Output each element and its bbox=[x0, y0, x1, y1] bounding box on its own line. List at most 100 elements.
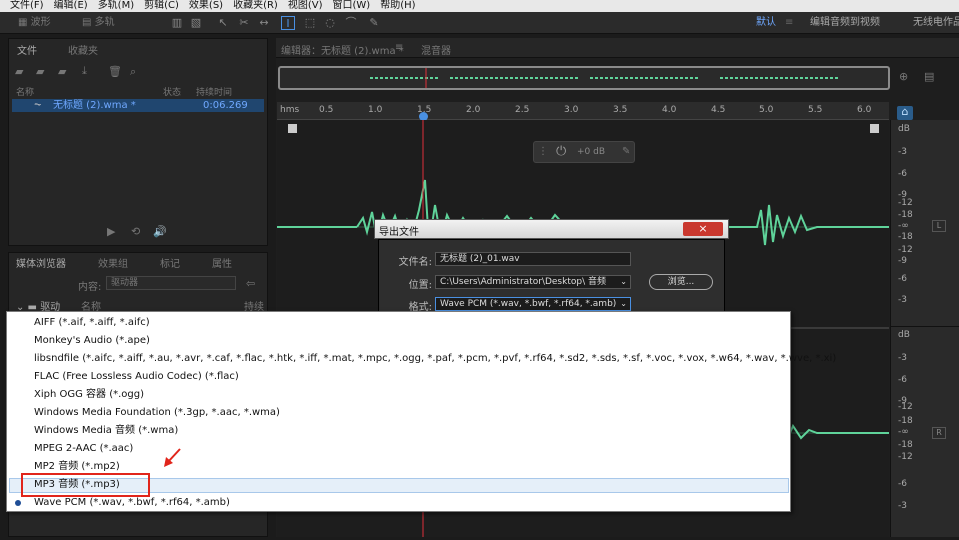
ruler-unit: hms bbox=[280, 105, 300, 115]
autoplay-icon[interactable]: 🔊 bbox=[153, 226, 167, 238]
file-name: 无标题 (2).wma * bbox=[53, 100, 136, 111]
loop-icon[interactable]: ⟲ bbox=[131, 226, 140, 238]
menu-view[interactable]: 视图(V) bbox=[288, 0, 323, 12]
location-input[interactable]: C:\Users\Administrator\Desktop\ 音频 ⌄ bbox=[435, 275, 631, 289]
workspace-wireless[interactable]: 无线电作品 bbox=[913, 17, 959, 29]
tab-mixer[interactable]: 混音器 bbox=[421, 42, 451, 57]
tick-4.5: 4.5 bbox=[711, 105, 726, 115]
filename-input[interactable]: 无标题 (2)_01.wav bbox=[435, 252, 631, 266]
menu-clip[interactable]: 剪辑(C) bbox=[144, 0, 179, 12]
option-aac[interactable]: MPEG 2-AAC (*.aac) bbox=[34, 442, 133, 456]
tab-media-browser[interactable]: 媒体浏览器 bbox=[16, 255, 66, 270]
column-name[interactable]: 名称 bbox=[16, 85, 34, 98]
menu-edit[interactable]: 编辑(E) bbox=[54, 0, 88, 12]
delete-icon[interactable]: 🗑 bbox=[108, 66, 122, 78]
fade-in-handle-icon[interactable] bbox=[288, 124, 297, 133]
workspace-default[interactable]: 默认 bbox=[756, 17, 776, 29]
option-ogg[interactable]: Xiph OGG 容器 (*.ogg) bbox=[34, 388, 144, 402]
snap-icon[interactable]: ⌂ bbox=[897, 106, 913, 120]
play-icon[interactable]: ▶ bbox=[107, 226, 115, 238]
option-wmf[interactable]: Windows Media Foundation (*.3gp, *.aac, … bbox=[34, 406, 280, 420]
razor-tool-icon[interactable]: ✂ bbox=[237, 16, 251, 30]
menu-bar: 文件(F) 编辑(E) 多轨(M) 剪辑(C) 效果(S) 收藏夹(R) 视图(V) 窗口(W… bbox=[0, 0, 959, 12]
channel-left-button[interactable]: L bbox=[932, 220, 946, 232]
tick-0.5: 0.5 bbox=[319, 105, 334, 115]
tab-files[interactable]: 文件 bbox=[17, 42, 37, 57]
db-bottom-8: -6 bbox=[898, 479, 907, 489]
spot-healing-icon[interactable]: ✎ bbox=[367, 16, 381, 30]
db-top-8: -9 bbox=[898, 256, 907, 266]
brush-tool-icon[interactable]: ⌒ bbox=[344, 16, 358, 30]
volume-value: +0 dB bbox=[577, 147, 606, 157]
tab-favorites[interactable]: 收藏夹 bbox=[68, 42, 98, 57]
option-libsndfile[interactable]: libsndfile (*.aifc, *.aiff, *.au, *.avr,… bbox=[34, 352, 836, 366]
editor-tab-menu-icon[interactable]: ≡ bbox=[395, 42, 403, 53]
multitrack-icon: ▤ bbox=[82, 17, 95, 28]
toolbar: ▦ 波形 ▤ 多轨 ▥ ▧ ↖ ✂ ↔ I ⬚ ◌ ⌒ ✎ 默认 ≡ 编辑音频到… bbox=[0, 12, 959, 34]
option-aiff[interactable]: AIFF (*.aif, *.aiff, *.aifc) bbox=[34, 316, 150, 330]
tick-3.5: 3.5 bbox=[613, 105, 628, 115]
zoom-icon[interactable]: ⊕ bbox=[899, 71, 908, 83]
content-dropdown[interactable]: 驱动器 bbox=[106, 276, 236, 290]
dialog-close-button[interactable]: × bbox=[683, 222, 723, 236]
option-wma[interactable]: Windows Media 音频 (*.wma) bbox=[34, 424, 178, 438]
tab-effects-rack[interactable]: 效果组 bbox=[98, 255, 128, 270]
panel-menu-icon[interactable]: ▤ bbox=[924, 71, 934, 83]
tick-3.0: 3.0 bbox=[564, 105, 579, 115]
channel-right-button[interactable]: R bbox=[932, 427, 946, 439]
column-status[interactable]: 状态 bbox=[163, 85, 181, 98]
volume-hud[interactable]: ⋮ ⏻ +0 dB ✎ bbox=[533, 141, 635, 163]
slip-tool-icon[interactable]: ↔ bbox=[257, 16, 271, 30]
waveform-icon: ▦ bbox=[18, 17, 31, 28]
option-wave-pcm[interactable]: Wave PCM (*.wav, *.bwf, *.rf64, *.amb) bbox=[34, 496, 230, 510]
overview-bar[interactable] bbox=[278, 66, 890, 90]
format-select[interactable]: Wave PCM (*.wav, *.bwf, *.rf64, *.amb) ⌄ bbox=[435, 297, 631, 311]
option-monkeys-audio[interactable]: Monkey's Audio (*.ape) bbox=[34, 334, 150, 348]
volume-knob-icon[interactable]: ⏻ bbox=[556, 144, 566, 159]
menu-favorites[interactable]: 收藏夹(R) bbox=[233, 0, 278, 12]
overview-waveform bbox=[370, 68, 840, 88]
tick-5.5: 5.5 bbox=[808, 105, 823, 115]
workspace-menu-icon[interactable]: ≡ bbox=[785, 17, 793, 29]
column-duration[interactable]: 持续时间 bbox=[196, 85, 232, 98]
menu-effects[interactable]: 效果(S) bbox=[189, 0, 223, 12]
lasso-tool-icon[interactable]: ◌ bbox=[323, 16, 337, 30]
time-ruler[interactable]: hms 0.5 1.0 1.5 2.0 2.5 3.0 3.5 4.0 4.5 … bbox=[277, 102, 889, 121]
option-mp2[interactable]: MP2 音频 (*.mp2) bbox=[34, 460, 120, 474]
db-top-9: -6 bbox=[898, 274, 907, 284]
tab-properties[interactable]: 属性 bbox=[212, 255, 232, 270]
file-row[interactable]: ⏦ 无标题 (2).wma * 0:06.269 bbox=[12, 99, 264, 112]
menu-multitrack[interactable]: 多轨(M) bbox=[98, 0, 134, 12]
db-bottom-3: -12 bbox=[898, 402, 913, 412]
option-flac[interactable]: FLAC (Free Lossless Audio Codec) (*.flac… bbox=[34, 370, 239, 384]
menu-window[interactable]: 窗口(W) bbox=[333, 0, 371, 12]
new-file-icon[interactable]: ▰ bbox=[58, 66, 66, 78]
browse-button[interactable]: 浏览... bbox=[649, 274, 713, 290]
time-selection-tool-icon[interactable]: I bbox=[281, 16, 295, 30]
menu-file[interactable]: 文件(F) bbox=[10, 0, 44, 12]
spectral-icon[interactable]: ▥ bbox=[170, 16, 184, 30]
import-icon[interactable]: ▰ bbox=[36, 66, 44, 78]
tab-markers[interactable]: 标记 bbox=[160, 255, 180, 270]
db-top-1: -6 bbox=[898, 169, 907, 179]
db-bottom-6: -18 bbox=[898, 440, 913, 450]
highlight-box bbox=[21, 473, 150, 497]
multitrack-view-button[interactable]: ▤ 多轨 bbox=[78, 15, 119, 31]
move-tool-icon[interactable]: ↖ bbox=[216, 16, 230, 30]
spectral-pitch-icon[interactable]: ▧ bbox=[189, 16, 203, 30]
pin-icon[interactable]: ✎ bbox=[622, 146, 630, 157]
file-duration: 0:06.269 bbox=[203, 100, 248, 111]
save-icon[interactable]: ⤓ bbox=[82, 65, 87, 77]
db-divider bbox=[891, 326, 959, 327]
dialog-title-bar[interactable]: 导出文件 × bbox=[374, 219, 729, 239]
fade-out-handle-icon[interactable] bbox=[870, 124, 879, 133]
waveform-view-button[interactable]: ▦ 波形 bbox=[14, 15, 55, 31]
workspace-edit-video[interactable]: 编辑音频到视频 bbox=[810, 17, 880, 29]
marquee-tool-icon[interactable]: ⬚ bbox=[303, 16, 317, 30]
search-icon[interactable]: ⌕ bbox=[130, 66, 136, 78]
tick-5.0: 5.0 bbox=[759, 105, 774, 115]
open-file-icon[interactable]: ▰ bbox=[15, 66, 23, 78]
back-arrow-icon[interactable]: ⇦ bbox=[246, 278, 255, 290]
tab-editor[interactable]: 编辑器：无标题 (2).wma * bbox=[281, 42, 404, 57]
menu-help[interactable]: 帮助(H) bbox=[380, 0, 415, 12]
